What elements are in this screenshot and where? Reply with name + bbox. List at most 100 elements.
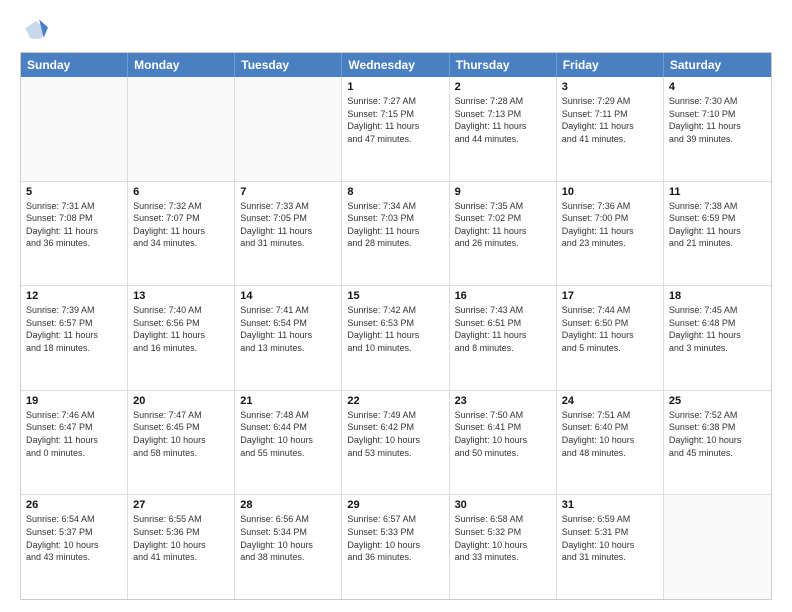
day-info: Sunrise: 7:50 AM Sunset: 6:41 PM Dayligh… bbox=[455, 409, 551, 459]
weekday-header-sunday: Sunday bbox=[21, 53, 128, 77]
day-info: Sunrise: 7:41 AM Sunset: 6:54 PM Dayligh… bbox=[240, 304, 336, 354]
day-cell-27: 27Sunrise: 6:55 AM Sunset: 5:36 PM Dayli… bbox=[128, 495, 235, 599]
day-info: Sunrise: 7:49 AM Sunset: 6:42 PM Dayligh… bbox=[347, 409, 443, 459]
day-info: Sunrise: 7:35 AM Sunset: 7:02 PM Dayligh… bbox=[455, 200, 551, 250]
day-number: 14 bbox=[240, 290, 336, 302]
day-cell-15: 15 Sunrise: 7:42 AM Sunset: 6:53 PM Dayli… bbox=[342, 286, 449, 390]
weekday-header-wednesday: Wednesday bbox=[342, 53, 449, 77]
empty-cell bbox=[128, 77, 235, 181]
day-cell-20: 20 Sunrise: 7:47 AM Sunset: 6:45 PM Dayli… bbox=[128, 391, 235, 495]
day-number: 16 bbox=[455, 290, 551, 302]
day-info: Sunrise: 7:51 AM Sunset: 6:40 PM Dayligh… bbox=[562, 409, 658, 459]
day-cell-5: 5 Sunrise: 7:31 AM Sunset: 7:08 PM Daylig… bbox=[21, 182, 128, 286]
day-info: Sunrise: 6:56 AM Sunset: 5:34 PM Dayligh… bbox=[240, 513, 336, 563]
day-cell-31: 31Sunrise: 6:59 AM Sunset: 5:31 PM Dayli… bbox=[557, 495, 664, 599]
day-number: 28 bbox=[240, 499, 336, 511]
day-info: Sunrise: 7:48 AM Sunset: 6:44 PM Dayligh… bbox=[240, 409, 336, 459]
day-number: 15 bbox=[347, 290, 443, 302]
day-info: Sunrise: 7:45 AM Sunset: 6:48 PM Dayligh… bbox=[669, 304, 766, 354]
day-number: 21 bbox=[240, 395, 336, 407]
day-cell-19: 19 Sunrise: 7:46 AM Sunset: 6:47 PM Dayli… bbox=[21, 391, 128, 495]
day-cell-16: 16 Sunrise: 7:43 AM Sunset: 6:51 PM Dayli… bbox=[450, 286, 557, 390]
day-info: Sunrise: 7:33 AM Sunset: 7:05 PM Dayligh… bbox=[240, 200, 336, 250]
day-number: 5 bbox=[26, 186, 122, 198]
empty-cell bbox=[664, 495, 771, 599]
calendar: SundayMondayTuesdayWednesdayThursdayFrid… bbox=[20, 52, 772, 600]
day-cell-9: 9Sunrise: 7:35 AM Sunset: 7:02 PM Daylig… bbox=[450, 182, 557, 286]
day-info: Sunrise: 7:32 AM Sunset: 7:07 PM Dayligh… bbox=[133, 200, 229, 250]
day-number: 12 bbox=[26, 290, 122, 302]
day-cell-4: 4 Sunrise: 7:30 AM Sunset: 7:10 PM Daylig… bbox=[664, 77, 771, 181]
calendar-row-1: 5 Sunrise: 7:31 AM Sunset: 7:08 PM Daylig… bbox=[21, 182, 771, 287]
day-info: Sunrise: 7:44 AM Sunset: 6:50 PM Dayligh… bbox=[562, 304, 658, 354]
day-info: Sunrise: 7:43 AM Sunset: 6:51 PM Dayligh… bbox=[455, 304, 551, 354]
day-number: 13 bbox=[133, 290, 229, 302]
day-cell-8: 8Sunrise: 7:34 AM Sunset: 7:03 PM Daylig… bbox=[342, 182, 449, 286]
weekday-header-monday: Monday bbox=[128, 53, 235, 77]
day-info: Sunrise: 6:58 AM Sunset: 5:32 PM Dayligh… bbox=[455, 513, 551, 563]
day-cell-13: 13 Sunrise: 7:40 AM Sunset: 6:56 PM Dayli… bbox=[128, 286, 235, 390]
day-number: 29 bbox=[347, 499, 443, 511]
calendar-row-3: 19 Sunrise: 7:46 AM Sunset: 6:47 PM Dayli… bbox=[21, 391, 771, 496]
day-number: 11 bbox=[669, 186, 766, 198]
page: SundayMondayTuesdayWednesdayThursdayFrid… bbox=[0, 0, 792, 612]
day-number: 4 bbox=[669, 81, 766, 93]
day-number: 10 bbox=[562, 186, 658, 198]
day-cell-23: 23 Sunrise: 7:50 AM Sunset: 6:41 PM Dayli… bbox=[450, 391, 557, 495]
empty-cell bbox=[21, 77, 128, 181]
day-info: Sunrise: 7:38 AM Sunset: 6:59 PM Dayligh… bbox=[669, 200, 766, 250]
weekday-header-friday: Friday bbox=[557, 53, 664, 77]
day-number: 19 bbox=[26, 395, 122, 407]
empty-cell bbox=[235, 77, 342, 181]
calendar-row-0: 1 Sunrise: 7:27 AM Sunset: 7:15 PM Daylig… bbox=[21, 77, 771, 182]
day-cell-6: 6 Sunrise: 7:32 AM Sunset: 7:07 PM Daylig… bbox=[128, 182, 235, 286]
calendar-row-2: 12 Sunrise: 7:39 AM Sunset: 6:57 PM Dayli… bbox=[21, 286, 771, 391]
day-number: 17 bbox=[562, 290, 658, 302]
day-number: 2 bbox=[455, 81, 551, 93]
day-cell-3: 3 Sunrise: 7:29 AM Sunset: 7:11 PM Daylig… bbox=[557, 77, 664, 181]
day-info: Sunrise: 7:27 AM Sunset: 7:15 PM Dayligh… bbox=[347, 95, 443, 145]
day-number: 30 bbox=[455, 499, 551, 511]
day-info: Sunrise: 7:52 AM Sunset: 6:38 PM Dayligh… bbox=[669, 409, 766, 459]
day-number: 22 bbox=[347, 395, 443, 407]
day-cell-28: 28 Sunrise: 6:56 AM Sunset: 5:34 PM Dayli… bbox=[235, 495, 342, 599]
day-info: Sunrise: 6:54 AM Sunset: 5:37 PM Dayligh… bbox=[26, 513, 122, 563]
day-info: Sunrise: 7:46 AM Sunset: 6:47 PM Dayligh… bbox=[26, 409, 122, 459]
day-cell-12: 12 Sunrise: 7:39 AM Sunset: 6:57 PM Dayli… bbox=[21, 286, 128, 390]
day-cell-10: 10 Sunrise: 7:36 AM Sunset: 7:00 PM Dayli… bbox=[557, 182, 664, 286]
day-info: Sunrise: 7:29 AM Sunset: 7:11 PM Dayligh… bbox=[562, 95, 658, 145]
day-info: Sunrise: 7:36 AM Sunset: 7:00 PM Dayligh… bbox=[562, 200, 658, 250]
day-info: Sunrise: 7:39 AM Sunset: 6:57 PM Dayligh… bbox=[26, 304, 122, 354]
day-number: 25 bbox=[669, 395, 766, 407]
logo-icon bbox=[20, 16, 48, 44]
day-number: 7 bbox=[240, 186, 336, 198]
day-number: 23 bbox=[455, 395, 551, 407]
day-info: Sunrise: 7:31 AM Sunset: 7:08 PM Dayligh… bbox=[26, 200, 122, 250]
day-info: Sunrise: 7:30 AM Sunset: 7:10 PM Dayligh… bbox=[669, 95, 766, 145]
day-cell-14: 14 Sunrise: 7:41 AM Sunset: 6:54 PM Dayli… bbox=[235, 286, 342, 390]
day-cell-7: 7 Sunrise: 7:33 AM Sunset: 7:05 PM Daylig… bbox=[235, 182, 342, 286]
day-info: Sunrise: 6:55 AM Sunset: 5:36 PM Dayligh… bbox=[133, 513, 229, 563]
day-number: 31 bbox=[562, 499, 658, 511]
weekday-header-saturday: Saturday bbox=[664, 53, 771, 77]
calendar-body: 1 Sunrise: 7:27 AM Sunset: 7:15 PM Daylig… bbox=[21, 77, 771, 599]
day-info: Sunrise: 7:40 AM Sunset: 6:56 PM Dayligh… bbox=[133, 304, 229, 354]
day-number: 18 bbox=[669, 290, 766, 302]
day-info: Sunrise: 7:28 AM Sunset: 7:13 PM Dayligh… bbox=[455, 95, 551, 145]
day-info: Sunrise: 7:42 AM Sunset: 6:53 PM Dayligh… bbox=[347, 304, 443, 354]
logo bbox=[20, 16, 52, 44]
day-cell-22: 22 Sunrise: 7:49 AM Sunset: 6:42 PM Dayli… bbox=[342, 391, 449, 495]
day-cell-17: 17 Sunrise: 7:44 AM Sunset: 6:50 PM Dayli… bbox=[557, 286, 664, 390]
day-cell-11: 11 Sunrise: 7:38 AM Sunset: 6:59 PM Dayli… bbox=[664, 182, 771, 286]
day-number: 1 bbox=[347, 81, 443, 93]
day-cell-30: 30 Sunrise: 6:58 AM Sunset: 5:32 PM Dayli… bbox=[450, 495, 557, 599]
day-cell-24: 24Sunrise: 7:51 AM Sunset: 6:40 PM Dayli… bbox=[557, 391, 664, 495]
weekday-header-thursday: Thursday bbox=[450, 53, 557, 77]
calendar-header: SundayMondayTuesdayWednesdayThursdayFrid… bbox=[21, 53, 771, 77]
day-info: Sunrise: 7:47 AM Sunset: 6:45 PM Dayligh… bbox=[133, 409, 229, 459]
day-cell-25: 25 Sunrise: 7:52 AM Sunset: 6:38 PM Dayli… bbox=[664, 391, 771, 495]
day-number: 6 bbox=[133, 186, 229, 198]
day-cell-29: 29Sunrise: 6:57 AM Sunset: 5:33 PM Dayli… bbox=[342, 495, 449, 599]
day-number: 3 bbox=[562, 81, 658, 93]
day-number: 20 bbox=[133, 395, 229, 407]
